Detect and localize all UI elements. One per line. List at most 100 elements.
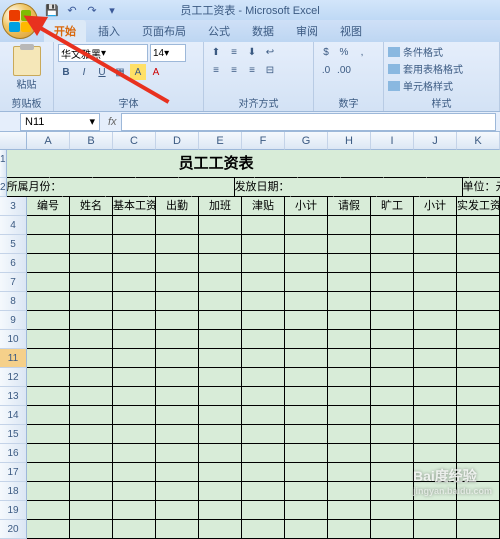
row-header[interactable]: 11 <box>0 349 27 368</box>
formula-input[interactable] <box>121 113 496 131</box>
cell[interactable] <box>70 406 113 425</box>
cell[interactable] <box>156 330 199 349</box>
col-header[interactable]: G <box>285 132 328 150</box>
cell[interactable] <box>156 425 199 444</box>
cell[interactable] <box>285 292 328 311</box>
cell[interactable] <box>70 311 113 330</box>
cell[interactable] <box>27 216 70 235</box>
paste-label[interactable]: 粘贴 <box>17 76 37 91</box>
cell[interactable] <box>242 387 285 406</box>
cell[interactable] <box>199 406 242 425</box>
cell[interactable] <box>457 387 500 406</box>
cell[interactable] <box>70 216 113 235</box>
cell[interactable] <box>113 368 156 387</box>
cell[interactable] <box>136 150 179 178</box>
cell[interactable] <box>27 368 70 387</box>
border-button[interactable]: ▦ <box>112 64 128 80</box>
table-format-button[interactable]: 套用表格格式 <box>388 61 495 76</box>
cell[interactable] <box>371 292 414 311</box>
cell[interactable] <box>285 387 328 406</box>
cell[interactable] <box>457 216 500 235</box>
cell[interactable] <box>470 150 500 178</box>
cell[interactable] <box>457 273 500 292</box>
cell[interactable] <box>70 425 113 444</box>
tab-view[interactable]: 视图 <box>330 20 372 42</box>
cell[interactable] <box>298 150 341 178</box>
cell[interactable] <box>414 444 457 463</box>
cell[interactable] <box>457 444 500 463</box>
currency-icon[interactable]: $ <box>318 44 334 60</box>
col-header[interactable]: F <box>242 132 285 150</box>
cell[interactable] <box>371 463 414 482</box>
cell[interactable] <box>371 368 414 387</box>
cell[interactable] <box>371 273 414 292</box>
cell[interactable] <box>328 501 371 520</box>
row-header[interactable]: 13 <box>0 387 27 406</box>
align-center-icon[interactable]: ≡ <box>226 62 242 78</box>
cell[interactable]: 请假 <box>328 197 371 216</box>
cell[interactable] <box>156 292 199 311</box>
cell[interactable] <box>285 406 328 425</box>
cell[interactable] <box>328 349 371 368</box>
row-header[interactable]: 6 <box>0 254 27 273</box>
cell[interactable] <box>457 406 500 425</box>
cell[interactable] <box>199 425 242 444</box>
cell[interactable] <box>70 501 113 520</box>
cell[interactable] <box>70 349 113 368</box>
cell[interactable] <box>199 254 242 273</box>
merge-button[interactable]: ⊟ <box>262 62 278 78</box>
tab-data[interactable]: 数据 <box>242 20 284 42</box>
cell[interactable] <box>113 444 156 463</box>
cell[interactable] <box>457 311 500 330</box>
cell[interactable] <box>414 406 457 425</box>
cell[interactable] <box>50 150 93 178</box>
cell[interactable] <box>156 273 199 292</box>
cell[interactable] <box>457 425 500 444</box>
cell[interactable] <box>328 387 371 406</box>
col-header[interactable]: I <box>371 132 414 150</box>
cell[interactable] <box>285 311 328 330</box>
cell[interactable] <box>334 178 377 197</box>
cell[interactable] <box>414 216 457 235</box>
cell[interactable] <box>7 150 50 178</box>
col-header[interactable]: B <box>70 132 113 150</box>
cell[interactable] <box>199 273 242 292</box>
align-top-icon[interactable]: ⬆ <box>208 44 224 60</box>
cell[interactable] <box>285 501 328 520</box>
cell[interactable] <box>457 501 500 520</box>
cell[interactable] <box>27 501 70 520</box>
cell[interactable] <box>285 216 328 235</box>
cell[interactable] <box>328 273 371 292</box>
cell[interactable] <box>27 311 70 330</box>
cell[interactable] <box>156 444 199 463</box>
cell[interactable] <box>371 425 414 444</box>
cell[interactable] <box>285 444 328 463</box>
row-header[interactable]: 5 <box>0 235 27 254</box>
cell[interactable] <box>156 520 199 539</box>
cell[interactable] <box>420 178 463 197</box>
cell[interactable] <box>70 292 113 311</box>
cell[interactable] <box>242 425 285 444</box>
cell[interactable] <box>457 368 500 387</box>
cell[interactable] <box>371 520 414 539</box>
cell[interactable] <box>242 311 285 330</box>
cell[interactable] <box>341 150 384 178</box>
cell[interactable] <box>199 349 242 368</box>
paste-icon[interactable] <box>13 46 41 76</box>
cell[interactable] <box>199 368 242 387</box>
cell[interactable] <box>242 406 285 425</box>
cell[interactable] <box>414 387 457 406</box>
cell[interactable] <box>93 150 136 178</box>
cell[interactable]: 所属月份： <box>7 178 63 197</box>
cell[interactable] <box>328 235 371 254</box>
cell[interactable] <box>457 520 500 539</box>
underline-button[interactable]: U <box>94 64 110 80</box>
cell[interactable] <box>70 482 113 501</box>
cell[interactable] <box>291 178 334 197</box>
cell[interactable] <box>27 520 70 539</box>
cell[interactable] <box>285 463 328 482</box>
cell[interactable]: 员工工资表 <box>179 150 255 178</box>
cell[interactable] <box>328 406 371 425</box>
row-header[interactable]: 8 <box>0 292 27 311</box>
col-header[interactable]: A <box>27 132 70 150</box>
